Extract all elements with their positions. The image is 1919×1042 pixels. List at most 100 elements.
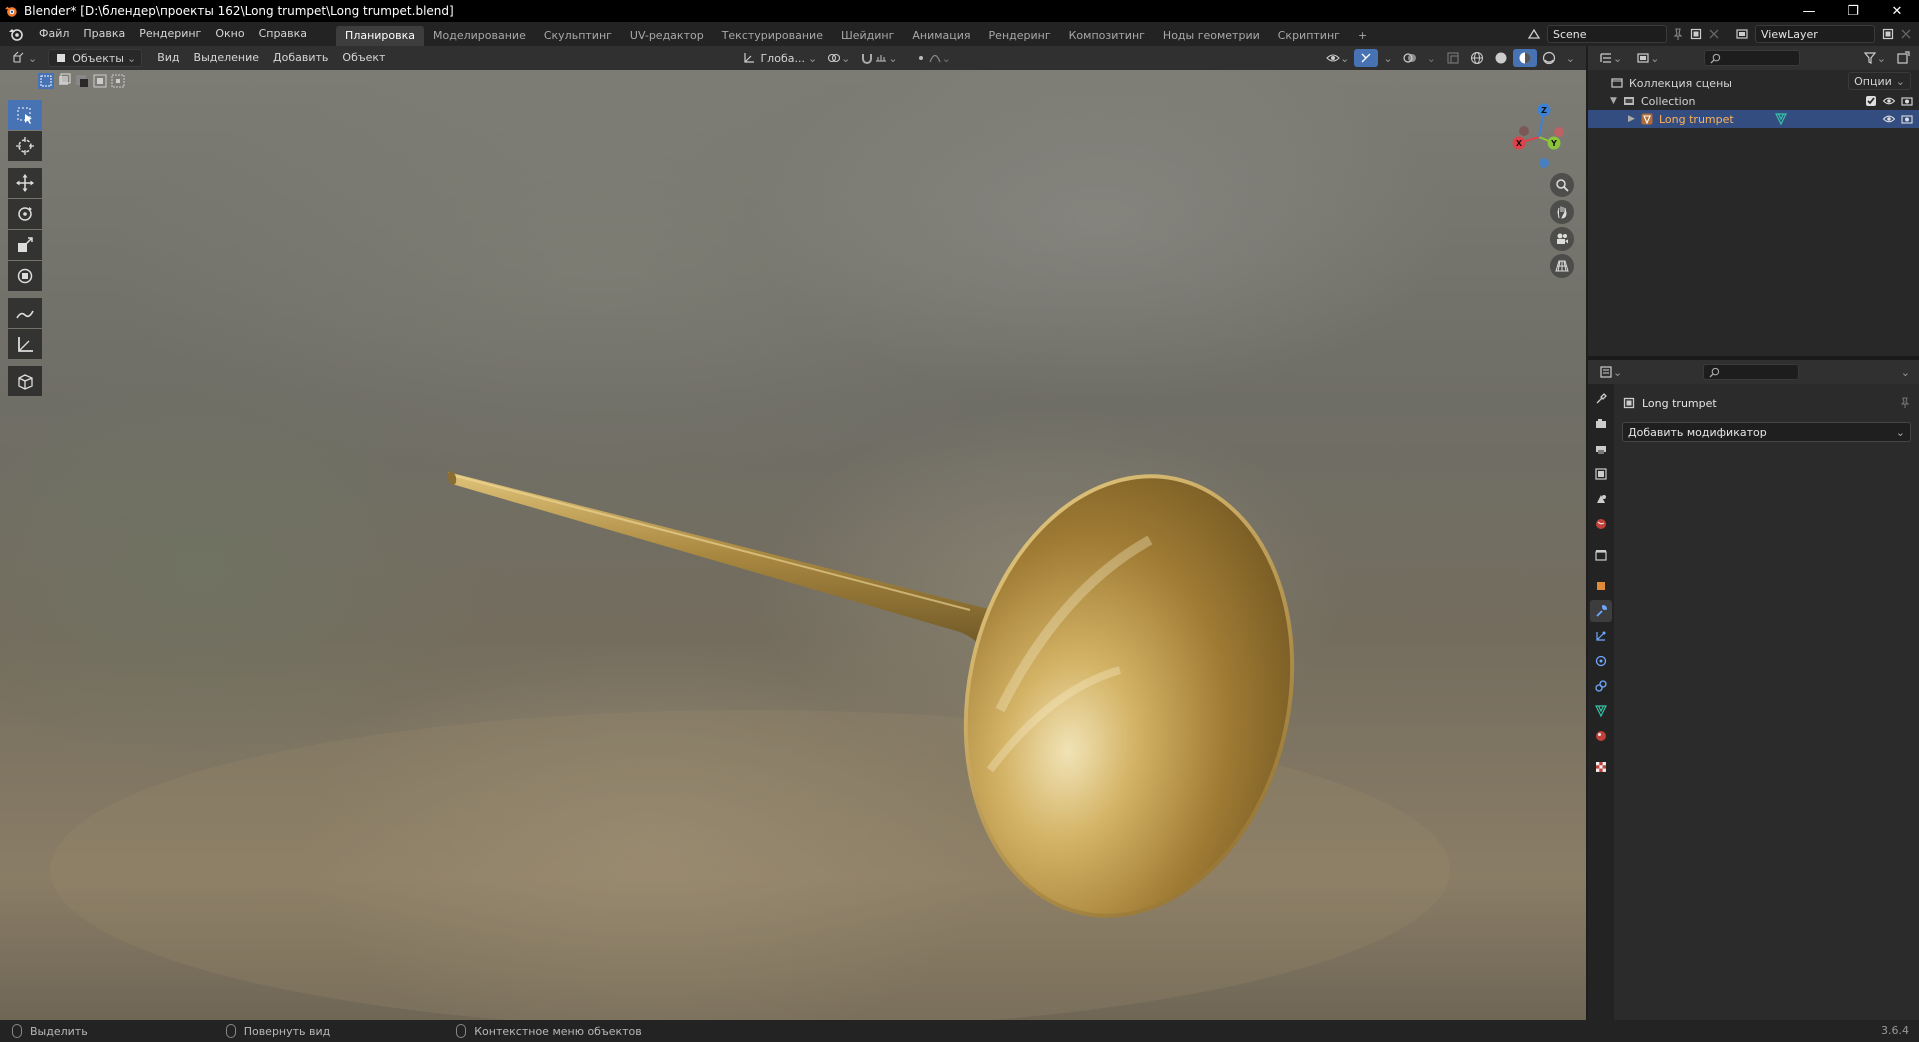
shading-dropdown[interactable]: ⌄ [1561,49,1580,67]
navigation-gizmo[interactable]: X Y Z [1495,95,1585,175]
pin-icon[interactable] [1671,27,1685,41]
object-row-long-trumpet[interactable]: ▶ Long trumpet [1588,110,1919,128]
tab-scripting[interactable]: Скриптинг [1269,26,1349,46]
select-invert-icon[interactable] [92,73,108,89]
render-camera-icon[interactable] [1901,95,1913,107]
menu-file[interactable]: Файл [32,22,76,46]
tab-object[interactable] [1590,575,1612,597]
tab-texture[interactable] [1590,756,1612,778]
tab-animation[interactable]: Анимация [903,26,979,46]
shading-material-button[interactable] [1512,49,1537,67]
collection-row[interactable]: ▼ Collection [1588,92,1919,110]
tab-tool[interactable] [1590,388,1612,410]
editor-type-button[interactable]: ⌄ [6,49,42,67]
gizmo-toggle[interactable] [1354,49,1379,67]
tab-scene[interactable] [1590,488,1612,510]
menu-view[interactable]: Вид [150,46,186,70]
transform-orientation-dropdown[interactable]: Глоба... ⌄ [737,49,822,67]
view-layer-icon[interactable] [1735,27,1749,41]
outliner-editor-type[interactable]: ⌄ [1594,49,1627,67]
eye-icon[interactable] [1883,95,1895,107]
overlays-dropdown[interactable]: ⌄ [1422,49,1441,67]
tab-uv-editing[interactable]: UV-редактор [621,26,713,46]
delete-view-layer-icon[interactable] [1899,27,1913,41]
checkbox-checked-icon[interactable] [1865,95,1877,107]
tool-rotate[interactable] [8,199,42,229]
delete-scene-icon[interactable] [1707,27,1721,41]
tab-modeling[interactable]: Моделирование [424,26,535,46]
tab-compositing[interactable]: Композитинг [1060,26,1154,46]
shading-wireframe-button[interactable] [1465,49,1489,67]
add-workspace-button[interactable]: + [1349,26,1376,46]
select-extend-icon[interactable] [56,73,72,89]
display-mode-dropdown[interactable]: ⌄ [1631,49,1664,67]
mesh-data-icon[interactable] [1774,112,1788,126]
tool-move[interactable] [8,168,42,198]
tab-geometry-nodes[interactable]: Ноды геометрии [1154,26,1269,46]
scene-name-field[interactable]: Scene [1547,25,1667,43]
pin-icon[interactable] [1899,397,1911,409]
new-view-layer-icon[interactable] [1881,27,1895,41]
camera-view-button[interactable] [1550,227,1574,251]
tab-material[interactable] [1590,725,1612,747]
tab-shading[interactable]: Шейдинг [832,26,903,46]
menu-select[interactable]: Выделение [187,46,267,70]
tab-data[interactable] [1590,700,1612,722]
add-modifier-dropdown[interactable]: Добавить модификатор ⌄ [1622,422,1911,442]
tab-texture-paint[interactable]: Текстурирование [713,26,832,46]
menu-edit[interactable]: Правка [76,22,132,46]
tab-layout[interactable]: Планировка [336,26,425,46]
eye-icon[interactable] [1883,113,1895,125]
tool-annotate[interactable] [8,298,42,328]
shading-solid-button[interactable] [1489,49,1513,67]
3d-viewport[interactable] [0,70,1586,1020]
tool-measure[interactable] [8,329,42,359]
snap-toggle[interactable]: ⌄ [855,49,902,67]
tab-constraints[interactable] [1590,675,1612,697]
select-new-icon[interactable] [38,73,54,89]
proportional-edit-toggle[interactable]: ⌄ [909,49,956,67]
new-scene-icon[interactable] [1689,27,1703,41]
tab-modifiers[interactable] [1590,600,1612,622]
tab-render[interactable] [1590,413,1612,435]
tab-particles[interactable] [1590,625,1612,647]
menu-add[interactable]: Добавить [266,46,335,70]
maximize-button[interactable]: ❐ [1831,0,1875,22]
tool-cursor[interactable] [8,131,42,161]
close-button[interactable]: ✕ [1875,0,1919,22]
pan-button[interactable] [1550,200,1574,224]
select-subtract-icon[interactable] [74,73,90,89]
shading-rendered-button[interactable] [1537,49,1561,67]
scene-icon[interactable] [1527,27,1541,41]
filter-dropdown[interactable]: ⌄ [1858,49,1891,67]
menu-object[interactable]: Объект [335,46,392,70]
select-intersect-icon[interactable] [110,73,126,89]
menu-render[interactable]: Рендеринг [132,22,208,46]
zoom-button[interactable] [1550,173,1574,197]
expand-arrow-icon[interactable]: ▶ [1628,114,1640,124]
menu-help[interactable]: Справка [252,22,314,46]
view-layer-field[interactable]: ViewLayer [1755,25,1875,43]
minimize-button[interactable]: — [1787,0,1831,22]
perspective-toggle-button[interactable] [1550,254,1574,278]
options-dropdown[interactable]: Опции ⌄ [1848,72,1911,90]
new-collection-button[interactable] [1891,49,1915,67]
tab-rendering[interactable]: Рендеринг [980,26,1060,46]
render-camera-icon[interactable] [1901,113,1913,125]
blender-menu-icon[interactable] [8,26,24,42]
tab-physics[interactable] [1590,650,1612,672]
object-mode-dropdown[interactable]: Объекты ⌄ [48,49,143,67]
tab-collection[interactable] [1590,544,1612,566]
tool-add-cube[interactable] [8,366,42,396]
neg-z-axis-icon[interactable] [1539,158,1549,168]
properties-editor-type[interactable]: ⌄ [1594,363,1627,381]
pivot-point-dropdown[interactable]: ⌄ [822,49,855,67]
properties-options-dropdown[interactable]: ⌄ [1896,363,1915,381]
overlays-toggle[interactable] [1398,49,1422,67]
tool-select-box[interactable] [8,100,42,130]
xray-toggle[interactable] [1441,49,1465,67]
gizmo-dropdown[interactable]: ⌄ [1378,49,1397,67]
tab-view-layer[interactable] [1590,463,1612,485]
tab-world[interactable] [1590,513,1612,535]
pos-x-back-icon[interactable] [1554,127,1564,137]
